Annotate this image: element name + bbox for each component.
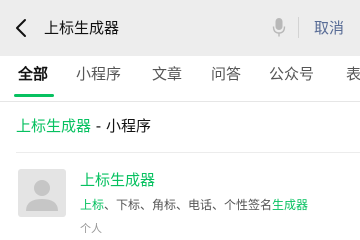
section-keyword: 上标生成器 bbox=[16, 117, 92, 135]
search-divider bbox=[298, 17, 299, 38]
section-title: 上标生成器 - 小程序 bbox=[16, 115, 151, 137]
desc-text: 、下标、角标、电话、个性签名 bbox=[104, 198, 273, 212]
cancel-button[interactable]: 取消 bbox=[314, 14, 344, 42]
tab-official-accounts[interactable]: 公众号 bbox=[269, 56, 314, 100]
tab-bar: 全部 小程序 文章 问答 公众号 表 bbox=[0, 56, 360, 102]
section-category: 小程序 bbox=[105, 117, 151, 135]
result-type: 个人 bbox=[80, 222, 102, 235]
desc-highlight: 生成器 bbox=[272, 198, 309, 212]
result-title: 上标生成器 bbox=[80, 171, 156, 189]
tab-mini-program[interactable]: 小程序 bbox=[76, 56, 121, 100]
search-input[interactable]: 上标生成器 bbox=[44, 14, 119, 42]
user-avatar-icon bbox=[18, 169, 66, 217]
result-description: 上标、下标、角标、电话、个性签名生成器 bbox=[80, 197, 308, 213]
tab-more[interactable]: 表 bbox=[346, 56, 360, 100]
search-bar: 上标生成器 取消 bbox=[0, 0, 360, 56]
results-panel: 上标生成器 - 小程序 上标生成器 上标、下标、角标、电话、个性签名生成器 个人 bbox=[0, 102, 360, 240]
desc-highlight: 上标 bbox=[80, 198, 105, 212]
back-arrow-icon[interactable] bbox=[12, 14, 32, 42]
microphone-icon[interactable] bbox=[272, 15, 286, 39]
tab-qa[interactable]: 问答 bbox=[211, 56, 241, 100]
mini-program-result[interactable]: 上标生成器 上标、下标、角标、电话、个性签名生成器 个人 bbox=[0, 153, 360, 240]
active-tab-indicator bbox=[14, 94, 54, 97]
tab-articles[interactable]: 文章 bbox=[152, 56, 182, 100]
section-separator: - bbox=[91, 117, 106, 135]
